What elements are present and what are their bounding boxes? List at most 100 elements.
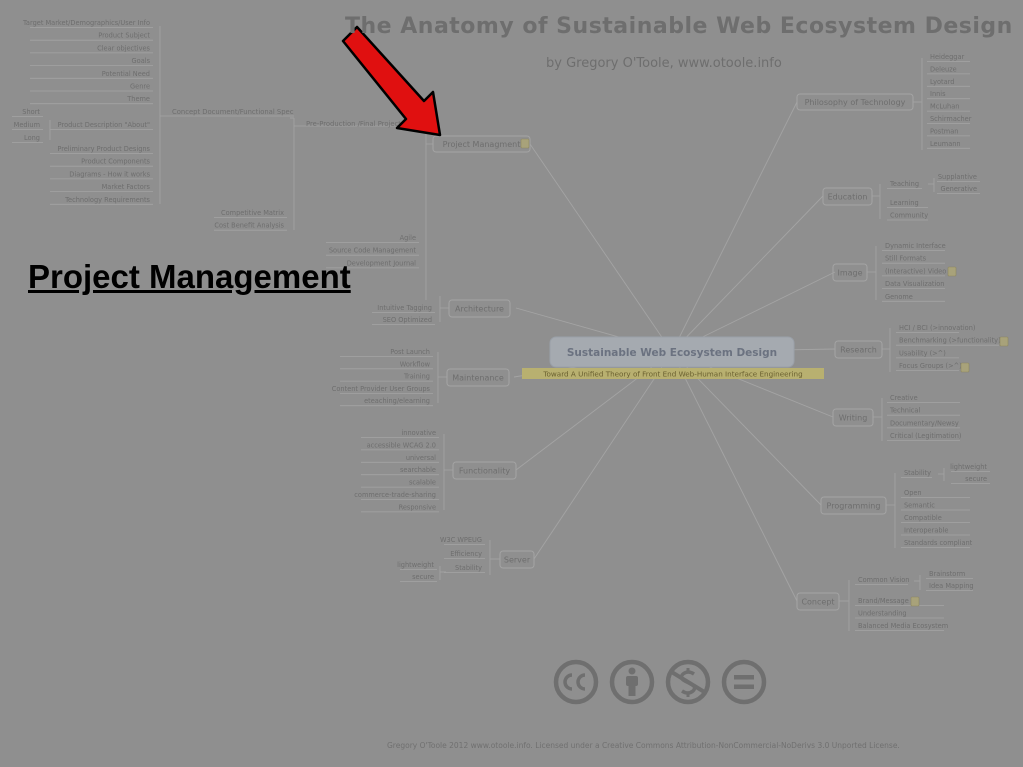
- functionality-node[interactable]: Functionality: [459, 466, 511, 475]
- writing-item: Critical (Legitimation): [890, 432, 961, 440]
- concept-doc-item: Technology Requirements: [64, 196, 150, 204]
- server-stability-item: lightweight: [397, 561, 434, 569]
- center-node[interactable]: Sustainable Web Ecosystem Design: [567, 347, 777, 359]
- functionality-item: innovative: [401, 429, 436, 437]
- education-item: Community: [890, 212, 928, 220]
- functionality-item: accessible WCAG 2.0: [367, 441, 436, 449]
- concept-doc-item: Theme: [126, 95, 150, 103]
- common-vision-item: Brainstorm: [929, 570, 965, 578]
- research-item: Usability (>^): [899, 349, 946, 357]
- description-size-item: Short: [22, 108, 40, 116]
- common-vision-node: Common Vision: [858, 576, 909, 584]
- author-byline: by Gregory O'Toole, www.otoole.info: [546, 56, 782, 71]
- note-icon: [910, 596, 920, 607]
- description-size-item: Long: [24, 134, 40, 142]
- programming-item: Interoperable: [904, 527, 948, 535]
- maintenance-item: Workflow: [400, 360, 431, 368]
- philosopher-item: Leumann: [930, 140, 961, 148]
- philosopher-item: Heideggar: [930, 53, 965, 61]
- image-item: Dynamic Interface: [885, 242, 946, 250]
- image-item: Still Formats: [885, 255, 927, 263]
- preproduction-item: Competitive Matrix: [221, 209, 284, 217]
- description-size-item: Medium: [14, 121, 40, 129]
- common-vision-item: Idea Mapping: [929, 582, 974, 590]
- concept-doc-item: Product Subject: [98, 32, 150, 40]
- image-item: Genome: [885, 293, 913, 301]
- cc-icon: [553, 659, 599, 705]
- arrow-pointer-icon: [341, 25, 442, 137]
- note-icon: [520, 138, 530, 149]
- programming-item: Semantic: [904, 502, 935, 510]
- server-item: Stability: [455, 564, 482, 572]
- teaching-item: Generative: [940, 185, 977, 193]
- process-item: Agile: [400, 234, 416, 242]
- concept-node[interactable]: Concept: [801, 597, 834, 606]
- project-management-node[interactable]: Project Managment: [443, 140, 521, 149]
- philosophy-node[interactable]: Philosophy of Technology: [805, 98, 906, 107]
- writing-node[interactable]: Writing: [839, 413, 868, 422]
- functionality-item: searchable: [400, 466, 436, 474]
- research-item: Benchmarking (>functionality): [899, 337, 1001, 345]
- philosopher-item: Innis: [930, 90, 946, 98]
- architecture-item: Intuitive Tagging: [377, 304, 432, 312]
- education-node[interactable]: Education: [828, 192, 868, 201]
- process-item: Development Journal: [347, 259, 416, 267]
- philosopher-item: Schirmacher: [930, 115, 972, 123]
- server-item: W3C WPEUG: [440, 536, 482, 544]
- page-title: The Anatomy of Sustainable Web Ecosystem…: [345, 14, 1013, 39]
- note-icon: [947, 266, 957, 277]
- concept-item: Balanced Media Ecosystem: [858, 622, 948, 630]
- project-management-heading: Project Management: [28, 258, 351, 295]
- programming-node[interactable]: Programming: [827, 501, 881, 510]
- education-item: Learning: [890, 199, 919, 207]
- concept-doc-item: Genre: [130, 83, 150, 91]
- concept-doc-node: Concept Document/Functional Spec: [172, 108, 294, 116]
- product-description-node: Product Description "About": [58, 121, 150, 129]
- writing-item: Technical: [889, 407, 920, 415]
- process-item: Source Code Management: [329, 247, 417, 255]
- programming-stability-item: lightweight: [950, 463, 987, 471]
- programming-stability-node: Stability: [904, 469, 931, 477]
- functionality-item: Responsive: [399, 503, 436, 511]
- maintenance-item: Training: [403, 373, 430, 381]
- license-footer: Gregory O'Toole 2012 www.otoole.info. Li…: [387, 741, 900, 750]
- maintenance-item: Post Launch: [390, 348, 430, 356]
- research-node[interactable]: Research: [840, 345, 877, 354]
- server-node[interactable]: Server: [504, 555, 531, 564]
- mind-map: Sustainable Web Ecosystem Design Toward A…: [12, 19, 1009, 631]
- concept-doc-item: Diagrams - How it works: [69, 170, 150, 178]
- philosopher-item: McLuhan: [930, 103, 959, 111]
- attribution-icon: [609, 659, 655, 705]
- image-item: (Interactive) Video: [885, 267, 946, 275]
- research-item: Focus Groups (>^): [899, 362, 962, 370]
- noncommercial-icon: [665, 659, 711, 705]
- functionality-item: universal: [406, 454, 436, 462]
- programming-item: Compatible: [904, 514, 942, 522]
- concept-doc-item: Potential Need: [102, 70, 150, 78]
- concept-item: Brand/Message: [858, 597, 909, 605]
- concept-doc-item: Market Factors: [102, 183, 151, 191]
- image-item: Data Visualization: [885, 280, 945, 288]
- architecture-item: SEO Optimized: [383, 316, 432, 324]
- programming-item: Standards compliant: [904, 539, 973, 547]
- server-stability-item: secure: [412, 573, 434, 581]
- philosopher-item: Postman: [930, 127, 958, 135]
- writing-item: Creative: [890, 394, 918, 402]
- concept-item: Understanding: [858, 610, 907, 618]
- concept-doc-item: Clear objectives: [97, 44, 150, 52]
- noderivs-icon: [721, 659, 767, 705]
- license-badges: [552, 657, 767, 711]
- architecture-node[interactable]: Architecture: [455, 304, 504, 313]
- note-icon: [999, 336, 1009, 347]
- maintenance-node[interactable]: Maintenance: [452, 373, 504, 382]
- image-node[interactable]: Image: [837, 268, 862, 277]
- philosopher-item: Lyotard: [930, 78, 954, 86]
- concept-doc-item: Preliminary Product Designs: [57, 145, 150, 153]
- note-icon: [960, 362, 970, 373]
- programming-stability-item: secure: [965, 475, 987, 483]
- concept-doc-item: Goals: [132, 57, 151, 65]
- center-subtitle: Toward A Unified Theory of Front End Web…: [542, 370, 802, 379]
- teaching-item: Supplantive: [938, 173, 977, 181]
- maintenance-item: Content Provider User Groups: [332, 385, 431, 393]
- research-item: HCI / BCI (>innovation): [899, 324, 975, 332]
